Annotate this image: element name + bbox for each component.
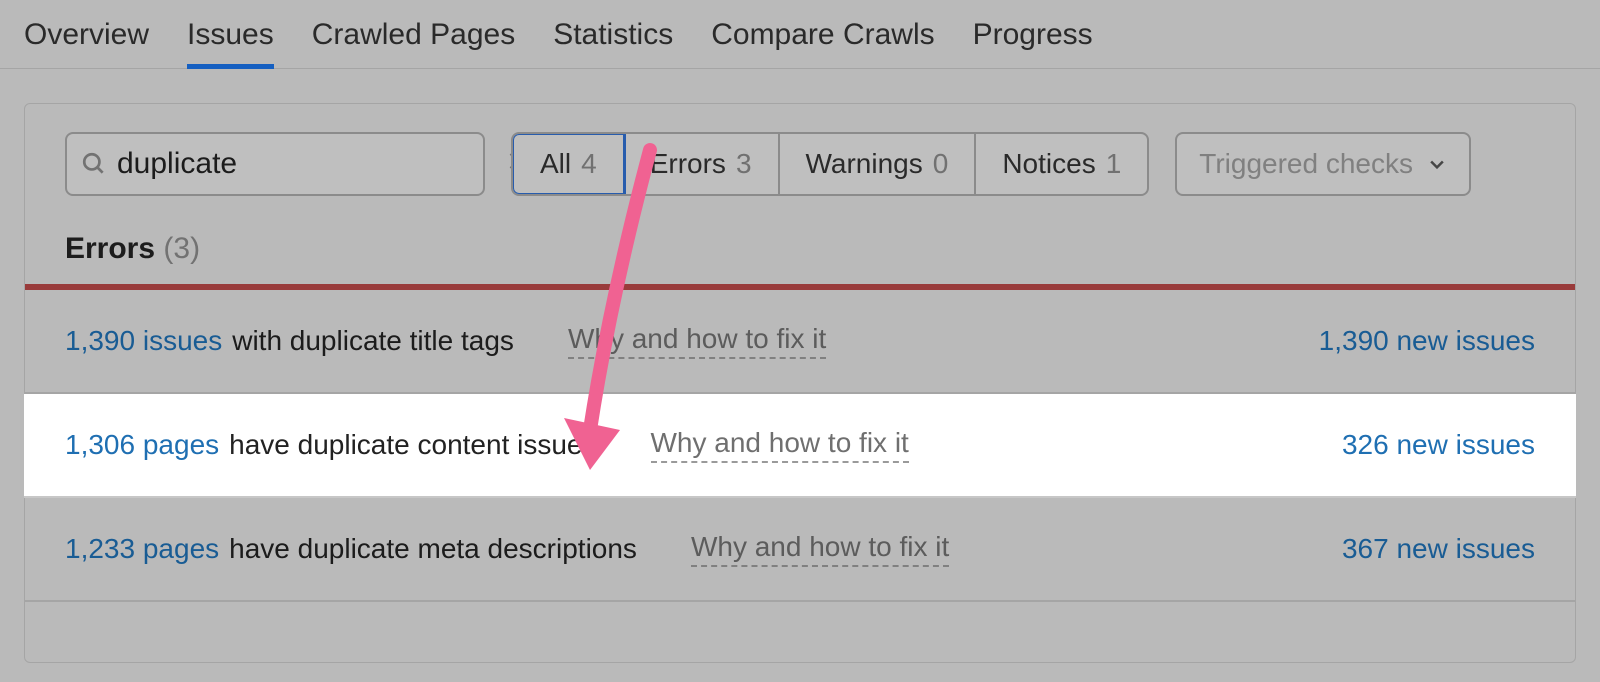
filter-count: 1	[1106, 148, 1122, 180]
issue-count-link[interactable]: 1,233 pages	[65, 533, 219, 565]
controls-row: All 4 Errors 3 Warnings 0 Notices 1 Trig…	[25, 132, 1575, 232]
tab-issues[interactable]: Issues	[187, 18, 274, 68]
issue-row: 1,390 issues with duplicate title tags W…	[25, 290, 1575, 394]
section-header: Errors (3)	[25, 232, 1575, 284]
why-how-fix-link[interactable]: Why and how to fix it	[568, 323, 826, 359]
tab-bar: Overview Issues Crawled Pages Statistics…	[0, 0, 1600, 69]
issues-panel: All 4 Errors 3 Warnings 0 Notices 1 Trig…	[24, 103, 1576, 663]
filter-count: 3	[736, 148, 752, 180]
issue-description: have duplicate content issues	[229, 429, 596, 461]
tab-crawled-pages[interactable]: Crawled Pages	[312, 18, 515, 68]
issue-row: 1,233 pages have duplicate meta descript…	[25, 498, 1575, 602]
filter-label: All	[540, 148, 571, 180]
search-box	[65, 132, 485, 196]
triggered-checks-dropdown[interactable]: Triggered checks	[1175, 132, 1471, 196]
search-icon	[81, 151, 107, 177]
issue-description: with duplicate title tags	[232, 325, 514, 357]
why-how-fix-link[interactable]: Why and how to fix it	[651, 427, 909, 463]
dropdown-label: Triggered checks	[1199, 148, 1413, 180]
issue-rows: 1,390 issues with duplicate title tags W…	[25, 290, 1575, 602]
filter-segment: All 4 Errors 3 Warnings 0 Notices 1	[511, 132, 1149, 196]
tab-statistics[interactable]: Statistics	[553, 18, 673, 68]
filter-errors[interactable]: Errors 3	[624, 134, 780, 194]
section-label: Errors	[65, 232, 155, 265]
chevron-down-icon	[1427, 154, 1447, 174]
why-how-fix-link[interactable]: Why and how to fix it	[691, 531, 949, 567]
filter-count: 0	[933, 148, 949, 180]
issue-count-link[interactable]: 1,306 pages	[65, 429, 219, 461]
issue-row: 1,306 pages have duplicate content issue…	[24, 394, 1576, 498]
filter-all[interactable]: All 4	[511, 132, 626, 196]
issue-description: have duplicate meta descriptions	[229, 533, 637, 565]
search-input[interactable]	[117, 147, 503, 181]
section-count: (3)	[163, 232, 200, 265]
tab-progress[interactable]: Progress	[973, 18, 1093, 68]
filter-notices[interactable]: Notices 1	[976, 134, 1147, 194]
new-issues-link[interactable]: 367 new issues	[1342, 533, 1535, 565]
new-issues-link[interactable]: 326 new issues	[1342, 429, 1535, 461]
new-issues-link[interactable]: 1,390 new issues	[1319, 325, 1535, 357]
filter-label: Warnings	[806, 148, 923, 180]
filter-label: Errors	[650, 148, 726, 180]
filter-count: 4	[581, 148, 597, 180]
issue-count-link[interactable]: 1,390 issues	[65, 325, 222, 357]
tab-compare-crawls[interactable]: Compare Crawls	[711, 18, 934, 68]
filter-label: Notices	[1002, 148, 1095, 180]
tab-overview[interactable]: Overview	[24, 18, 149, 68]
filter-warnings[interactable]: Warnings 0	[780, 134, 977, 194]
